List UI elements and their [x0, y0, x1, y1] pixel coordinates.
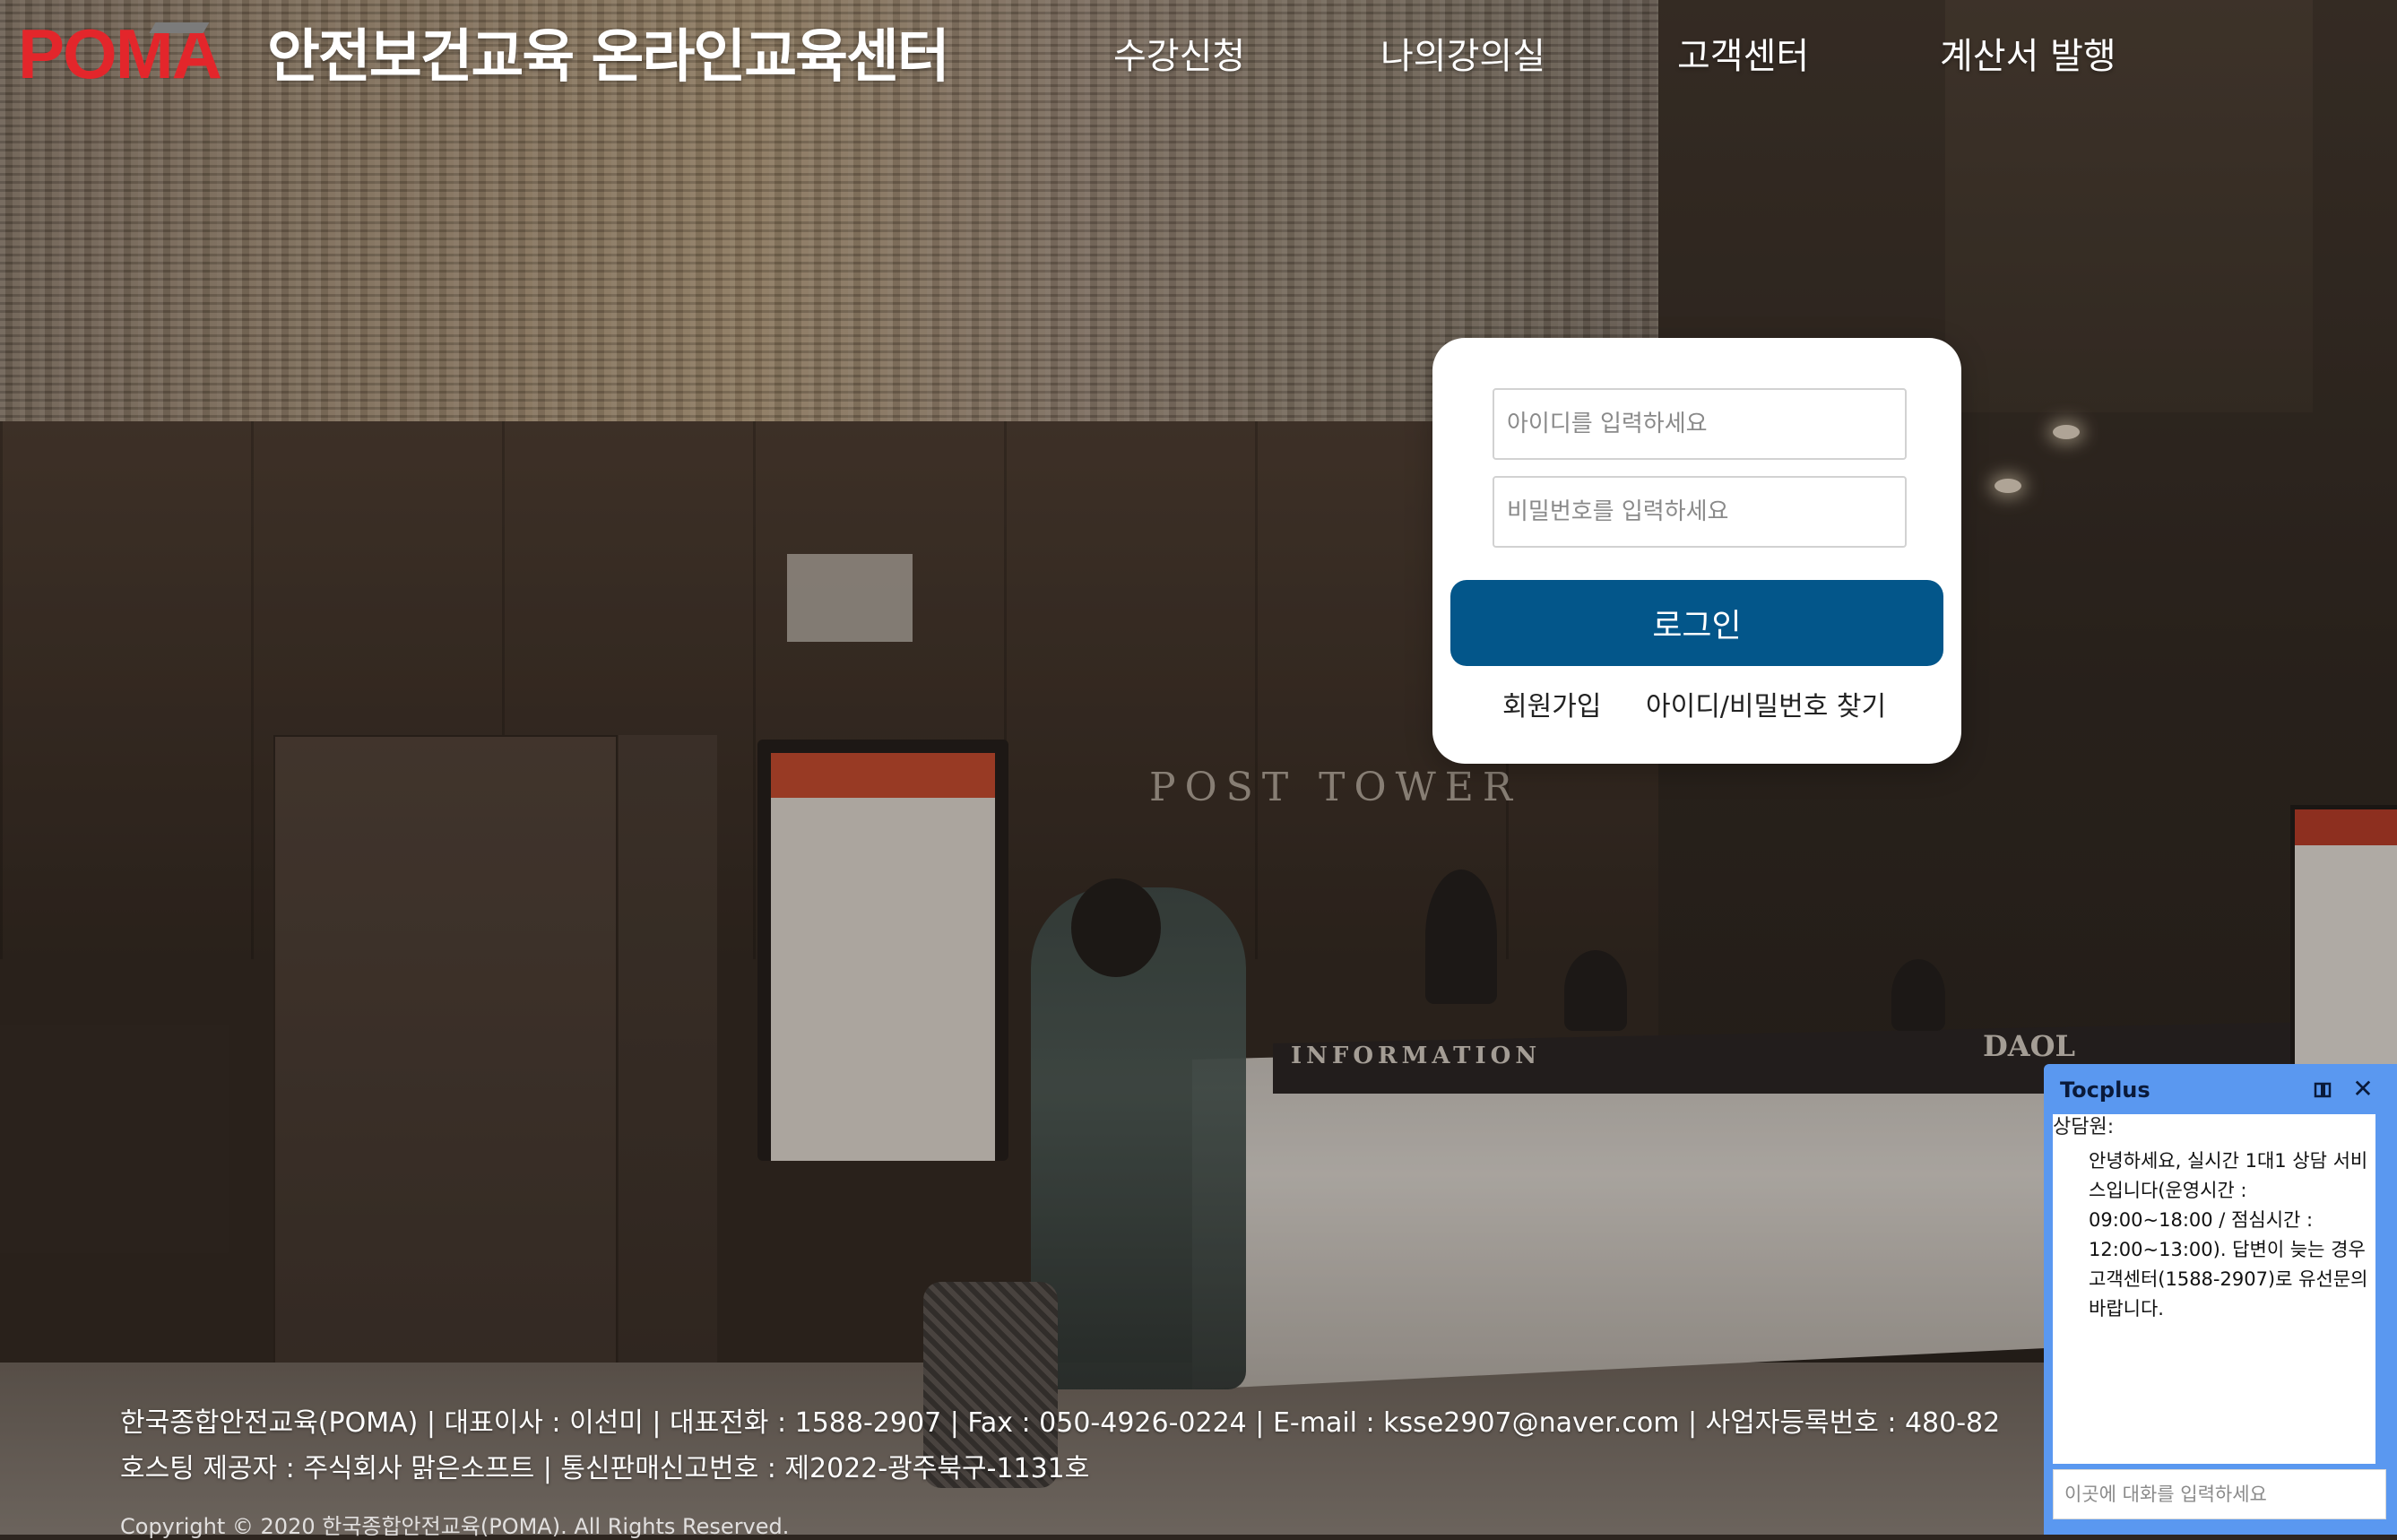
nav-invoice-issue[interactable]: 계산서 발행	[1940, 34, 2116, 79]
footer-copyright: Copyright © 2020 한국종합안전교육(POMA). All Rig…	[120, 1514, 790, 1539]
site-header: POMA 안전보건교육 온라인교육센터 수강신청 나의강의실 고객센터 계산서 …	[0, 0, 2397, 117]
chat-widget: Tocplus ✕ 상담원: 안녕하세요, 실시간 1대1 상담 서비스입니다(…	[2044, 1064, 2397, 1535]
chat-sender-label: 상담원:	[2053, 1116, 2115, 1138]
nav-course-registration[interactable]: 수강신청	[1113, 34, 1245, 79]
password-input[interactable]	[1493, 476, 1907, 548]
chat-messages: 상담원: 안녕하세요, 실시간 1대1 상담 서비스입니다(운영시간 : 09:…	[2053, 1114, 2375, 1464]
nav-my-classroom[interactable]: 나의강의실	[1380, 34, 1545, 79]
login-card: 로그인 회원가입 아이디/비밀번호 찾기	[1432, 338, 1961, 764]
nav-customer-center[interactable]: 고객센터	[1677, 34, 1809, 79]
background-photo: POST TOWER INFORMATION DAOL	[0, 0, 2397, 1535]
footer-company-info: 한국종합안전교육(POMA) | 대표이사 : 이선미 | 대표전화 : 158…	[120, 1407, 2001, 1439]
id-input[interactable]	[1493, 388, 1907, 460]
find-account-link[interactable]: 아이디/비밀번호 찾기	[1646, 689, 1886, 725]
login-button[interactable]: 로그인	[1450, 580, 1943, 666]
minimize-icon[interactable]	[2313, 1080, 2332, 1100]
footer-hosting-info: 호스팅 제공자 : 주식회사 맑은소프트 | 통신판매신고번호 : 제2022-…	[120, 1453, 1090, 1484]
chat-title: Tocplus	[2060, 1077, 2150, 1103]
signup-link[interactable]: 회원가입	[1502, 689, 1601, 725]
logo-accent-stroke	[149, 22, 210, 33]
chat-input[interactable]	[2053, 1469, 2386, 1519]
site-title[interactable]: 안전보건교육 온라인교육센터	[267, 22, 950, 93]
chat-message: 안녕하세요, 실시간 1대1 상담 서비스입니다(운영시간 : 09:00~18…	[2089, 1150, 2368, 1319]
close-icon[interactable]: ✕	[2350, 1077, 2375, 1102]
background-shade	[0, 0, 2397, 1535]
poma-logo[interactable]: POMA	[18, 19, 233, 89]
